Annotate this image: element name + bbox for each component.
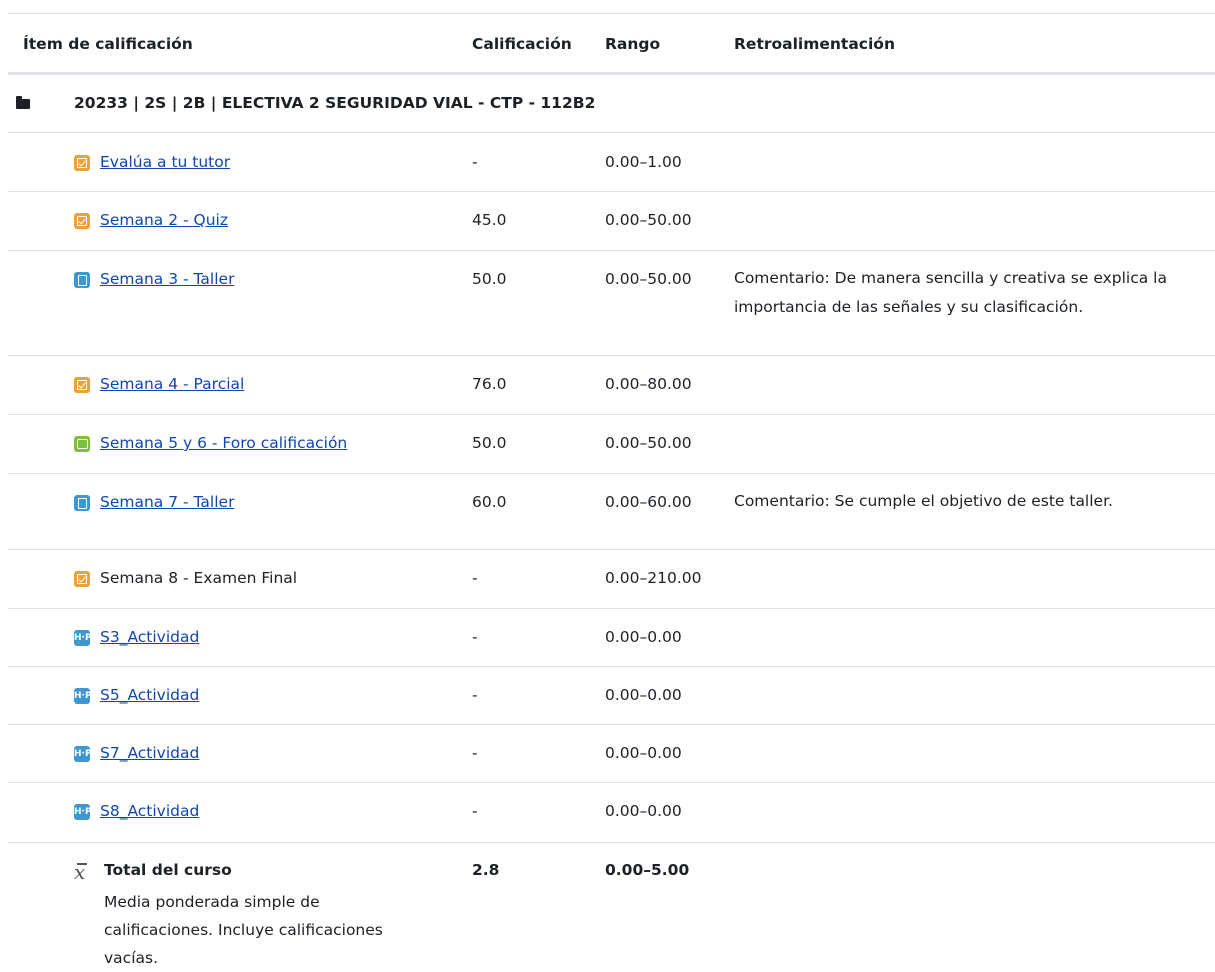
table-row: H·P S5_Actividad - 0.00–0.00 bbox=[8, 666, 1215, 725]
range-value: 0.00–0.00 bbox=[605, 628, 682, 646]
range-value: 0.00–50.00 bbox=[605, 270, 692, 288]
category-title: 20233 | 2S | 2B | ELECTIVA 2 SEGURIDAD V… bbox=[74, 94, 596, 112]
table-row: Semana 3 - Taller 50.0 0.00–50.00 Comentari… bbox=[8, 250, 1215, 356]
grade-value: - bbox=[472, 628, 478, 646]
grade-value: 76.0 bbox=[472, 375, 507, 393]
forum-icon bbox=[74, 436, 90, 452]
header-grade: Calificación bbox=[472, 35, 572, 53]
feedback-text: Comentario: De manera sencilla y creativ… bbox=[734, 269, 1167, 316]
grade-item-name: Semana 8 - Examen Final bbox=[100, 569, 298, 587]
table-row: Evalúa a tu tutor - 0.00–1.00 bbox=[8, 133, 1215, 192]
total-description: Media ponderada simple de calificaciones… bbox=[104, 893, 383, 967]
h5p-icon: H·P bbox=[74, 746, 92, 762]
grade-item-link[interactable]: Semana 2 - Quiz bbox=[100, 211, 228, 229]
quiz-icon bbox=[74, 155, 90, 171]
grade-value: - bbox=[472, 744, 478, 762]
h5p-icon: H·P bbox=[74, 630, 92, 646]
total-label: Total del curso bbox=[104, 861, 232, 879]
grade-item-link[interactable]: S3_Actividad bbox=[100, 628, 199, 646]
course-total-row: x Total del curso Media ponderada simple… bbox=[8, 842, 1215, 967]
table-row: Semana 5 y 6 - Foro calificación 50.0 0.00… bbox=[8, 414, 1215, 474]
grade-item-link[interactable]: S7_Actividad bbox=[100, 744, 199, 762]
grade-item-link[interactable]: S8_Actividad bbox=[100, 802, 199, 820]
grade-item-link[interactable]: Semana 3 - Taller bbox=[100, 270, 234, 288]
grade-value: - bbox=[472, 153, 478, 171]
grade-item-link[interactable]: Evalúa a tu tutor bbox=[100, 153, 230, 171]
quiz-icon bbox=[74, 213, 90, 229]
range-value: 0.00–0.00 bbox=[605, 802, 682, 820]
table-row: H·P S8_Actividad - 0.00–0.00 bbox=[8, 782, 1215, 843]
range-value: 0.00–50.00 bbox=[605, 211, 692, 229]
grade-value: 45.0 bbox=[472, 211, 507, 229]
table-header: Ítem de calificación Calificación Rango … bbox=[8, 14, 1215, 75]
grade-value: 50.0 bbox=[472, 434, 507, 452]
quiz-icon bbox=[74, 377, 90, 393]
table-row: Semana 2 - Quiz 45.0 0.00–50.00 bbox=[8, 191, 1215, 251]
folder-icon bbox=[16, 96, 30, 109]
grade-item-link[interactable]: Semana 4 - Parcial bbox=[100, 375, 244, 393]
grade-item-link[interactable]: Semana 5 y 6 - Foro calificación bbox=[100, 434, 347, 452]
grade-value: - bbox=[472, 569, 478, 587]
assignment-icon bbox=[74, 272, 90, 288]
grade-value: - bbox=[472, 686, 478, 704]
range-value: 0.00–80.00 bbox=[605, 375, 692, 393]
header-feedback: Retroalimentación bbox=[734, 35, 895, 53]
grade-value: - bbox=[472, 802, 478, 820]
grade-item-link[interactable]: Semana 7 - Taller bbox=[100, 493, 234, 511]
feedback-text: Comentario: Se cumple el objetivo de est… bbox=[734, 492, 1113, 510]
mean-icon: x bbox=[74, 860, 88, 884]
h5p-icon: H·P bbox=[74, 804, 92, 820]
table-row: H·P S3_Actividad - 0.00–0.00 bbox=[8, 608, 1215, 667]
range-value: 0.00–1.00 bbox=[605, 153, 682, 171]
header-range: Rango bbox=[605, 35, 661, 53]
total-range: 0.00–5.00 bbox=[605, 861, 690, 879]
range-value: 0.00–50.00 bbox=[605, 434, 692, 452]
range-value: 0.00–0.00 bbox=[605, 744, 682, 762]
grade-value: 50.0 bbox=[472, 270, 507, 288]
grade-item-link[interactable]: S5_Actividad bbox=[100, 686, 199, 704]
quiz-icon bbox=[74, 571, 90, 587]
total-grade: 2.8 bbox=[472, 861, 500, 879]
header-item: Ítem de calificación bbox=[23, 35, 193, 53]
grade-value: 60.0 bbox=[472, 493, 507, 511]
category-row: 20233 | 2S | 2B | ELECTIVA 2 SEGURIDAD V… bbox=[8, 75, 1215, 133]
range-value: 0.00–60.00 bbox=[605, 493, 692, 511]
range-value: 0.00–210.00 bbox=[605, 569, 702, 587]
assignment-icon bbox=[74, 495, 90, 511]
table-row: Semana 7 - Taller 60.0 0.00–60.00 Comentari… bbox=[8, 473, 1215, 550]
table-row: Semana 8 - Examen Final - 0.00–210.00 bbox=[8, 549, 1215, 609]
range-value: 0.00–0.00 bbox=[605, 686, 682, 704]
table-row: H·P S7_Actividad - 0.00–0.00 bbox=[8, 724, 1215, 783]
h5p-icon: H·P bbox=[74, 688, 92, 704]
table-row: Semana 4 - Parcial 76.0 0.00–80.00 bbox=[8, 355, 1215, 415]
